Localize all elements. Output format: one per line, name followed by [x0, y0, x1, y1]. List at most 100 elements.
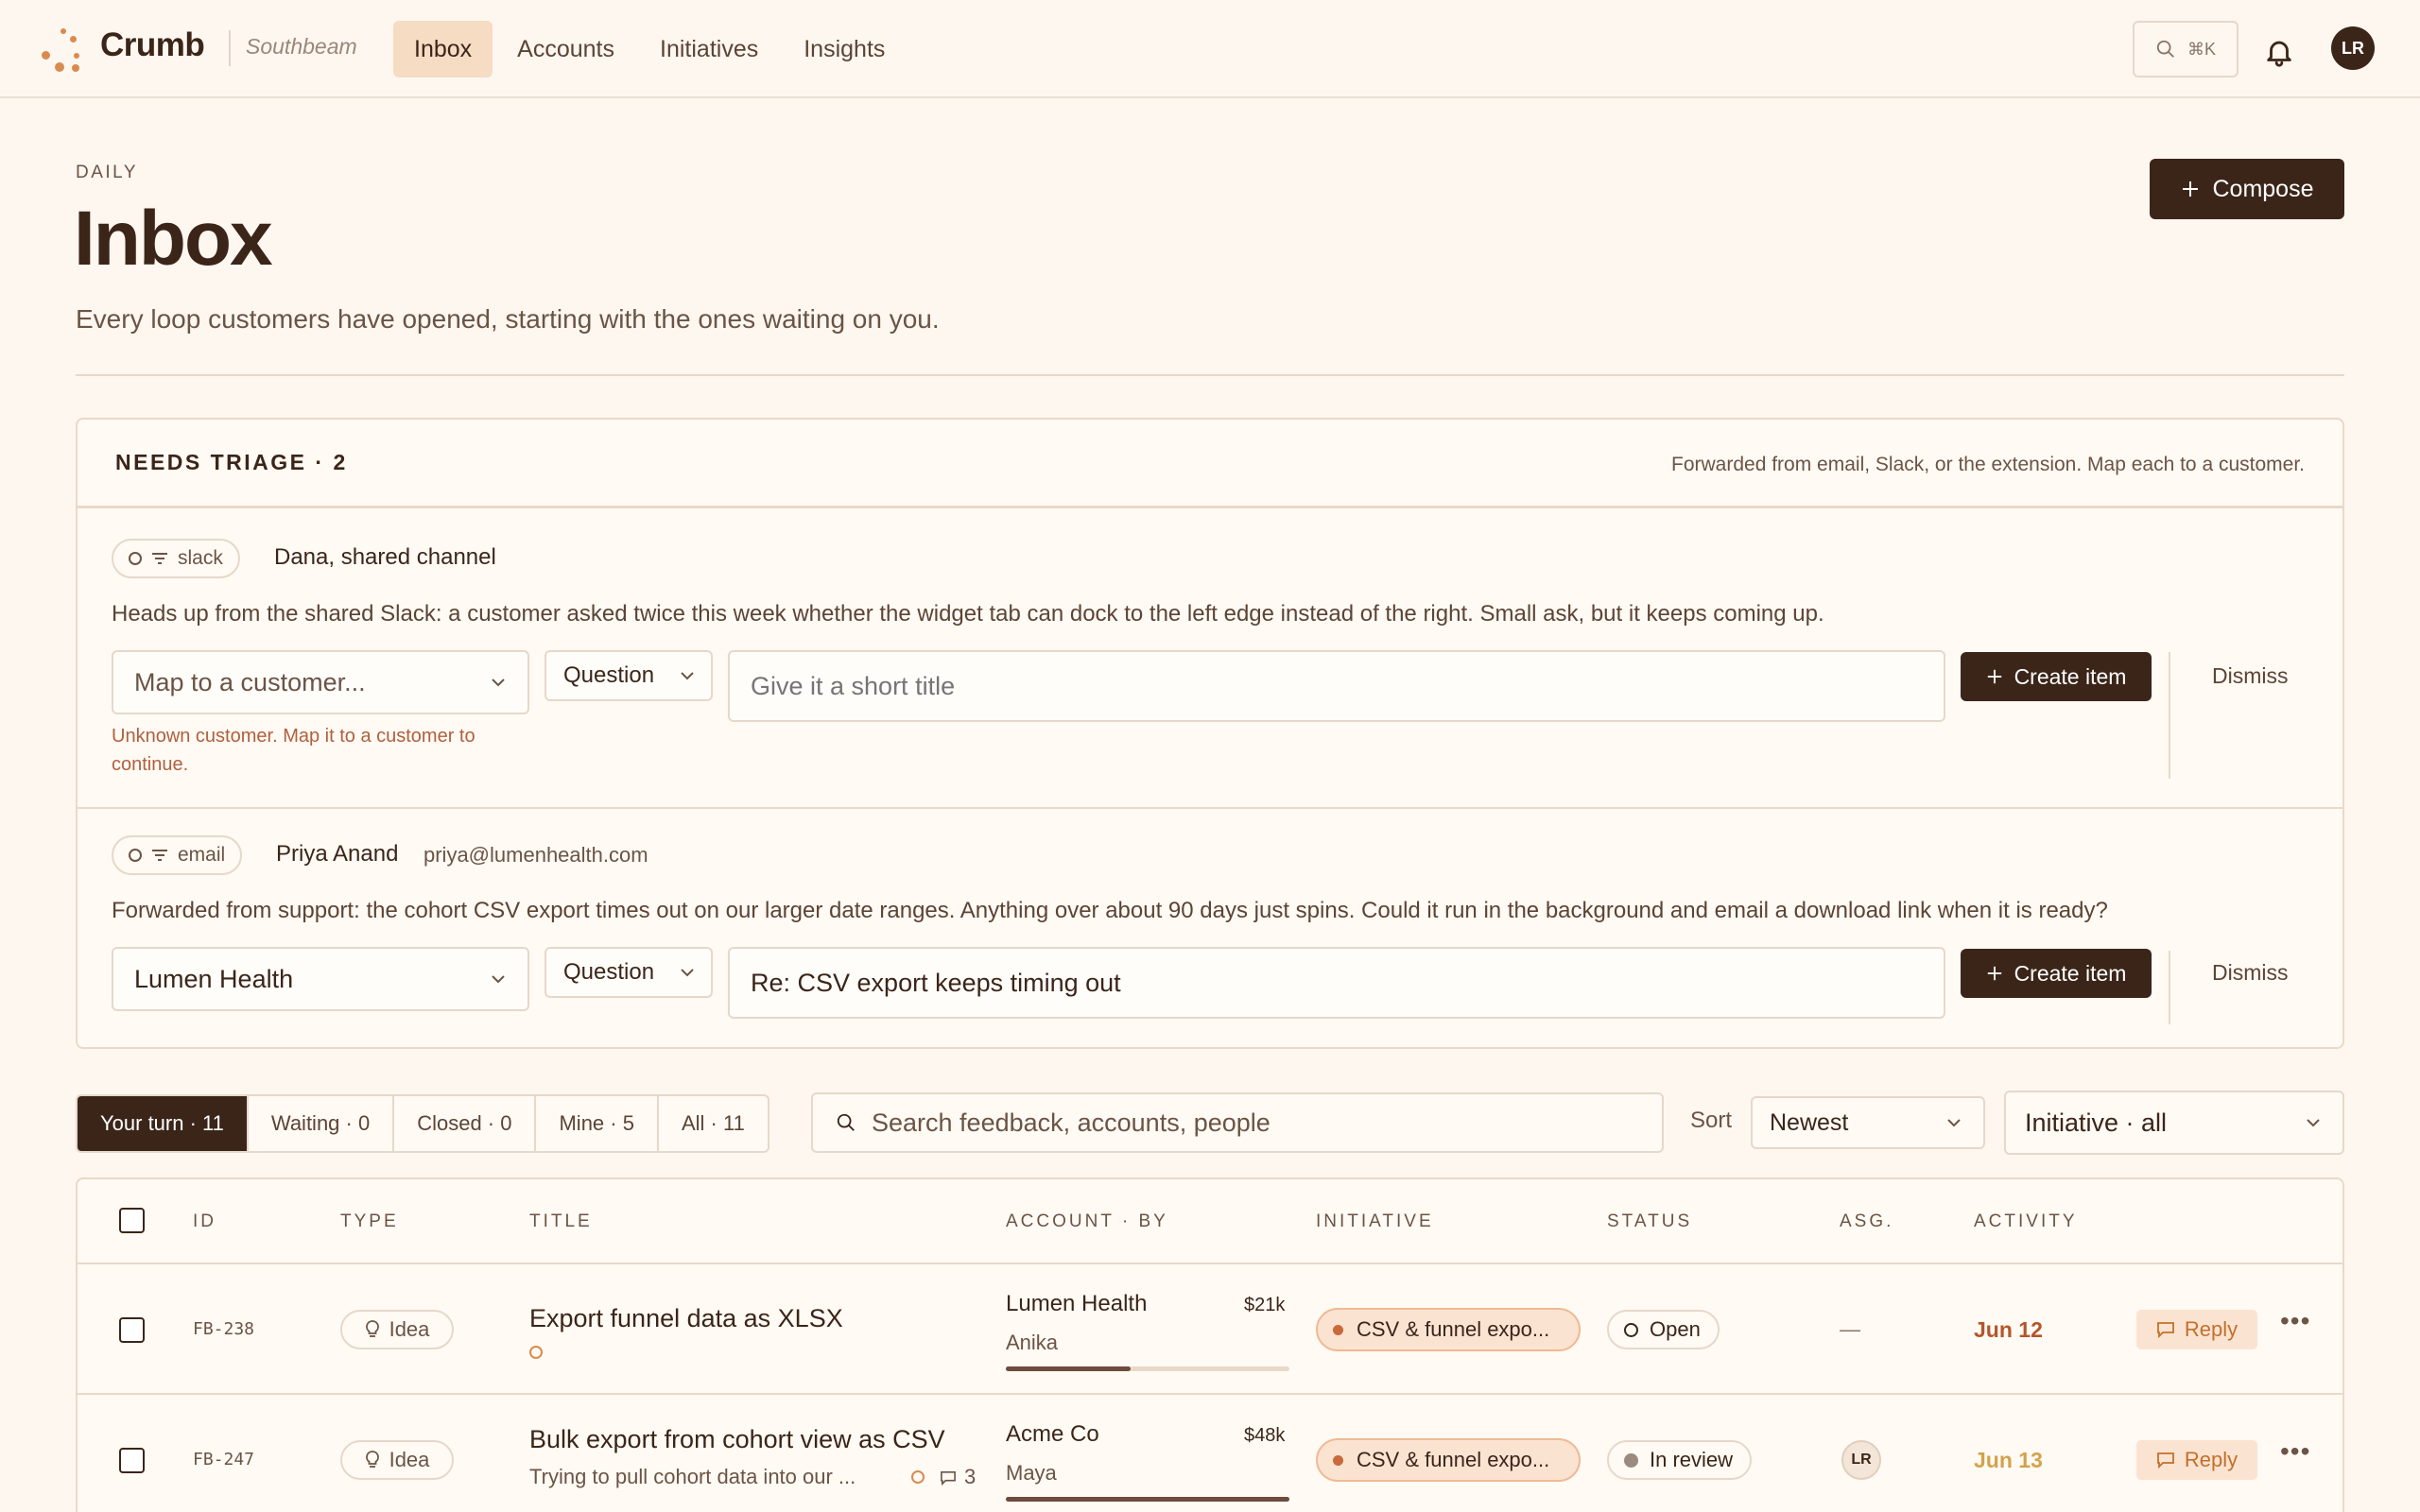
row-checkbox[interactable]	[119, 1317, 145, 1343]
column-header-account[interactable]: ACCOUNT · BY	[1006, 1211, 1168, 1232]
row-title[interactable]: Bulk export from cohort view as CSV	[529, 1425, 945, 1454]
source-chip: email	[112, 835, 243, 875]
sort-select[interactable]: Newest	[1751, 1096, 1985, 1149]
sender-name: Priya Anand	[276, 841, 399, 867]
initiative-filter-value: Initiative · all	[2025, 1108, 2168, 1137]
user-avatar[interactable]: LR	[2331, 26, 2375, 70]
bell-icon[interactable]	[2263, 36, 2295, 68]
brand-name[interactable]: Crumb	[100, 26, 205, 64]
dismiss-button[interactable]: Dismiss	[2212, 663, 2289, 689]
assignee-avatar[interactable]: LR	[1841, 1440, 1881, 1480]
column-header-activity[interactable]: ACTIVITY	[1974, 1211, 2078, 1232]
circle-icon	[129, 849, 142, 862]
tab-waiting[interactable]: Waiting · 0	[249, 1096, 395, 1151]
account-value-bar-fill	[1006, 1366, 1131, 1371]
triage-note: Forwarded from email, Slack, or the exte…	[1671, 454, 2305, 475]
status-chip[interactable]: Open	[1607, 1310, 1720, 1349]
workspace-name[interactable]: Southbeam	[246, 34, 357, 60]
reply-button[interactable]: Reply	[2136, 1440, 2257, 1480]
more-options-icon[interactable]: •••	[2280, 1306, 2310, 1336]
create-item-button[interactable]: Create item	[1961, 949, 2152, 998]
customer-select[interactable]: Map to a customer...	[112, 650, 529, 714]
nav-inbox[interactable]: Inbox	[393, 21, 493, 77]
title-input[interactable]	[728, 947, 1945, 1019]
triage-item: email Priya Anand priya@lumenhealth.com …	[78, 809, 2342, 1049]
tab-closed[interactable]: Closed · 0	[394, 1096, 537, 1151]
status-chip[interactable]: In review	[1607, 1440, 1753, 1480]
create-item-button[interactable]: Create item	[1961, 652, 2152, 701]
sort-label: Sort	[1690, 1108, 1733, 1133]
account-value: $48k	[1244, 1425, 1286, 1446]
header-divider	[76, 374, 2344, 376]
compose-button[interactable]: Compose	[2150, 159, 2344, 219]
column-header-status[interactable]: STATUS	[1607, 1211, 1692, 1232]
type-select-value: Question	[563, 959, 655, 985]
triage-message: Forwarded from support: the cohort CSV e…	[112, 898, 2108, 923]
column-header-id[interactable]: ID	[193, 1211, 216, 1232]
more-options-icon[interactable]: •••	[2280, 1436, 2310, 1467]
status-label: In review	[1650, 1448, 1734, 1471]
source-label: email	[178, 844, 226, 866]
dismiss-button[interactable]: Dismiss	[2212, 960, 2289, 986]
type-select[interactable]: Question	[544, 650, 713, 701]
type-label: Idea	[389, 1448, 430, 1471]
chevron-down-icon	[492, 975, 505, 984]
page-title: Inbox	[74, 196, 273, 282]
title-input[interactable]	[728, 650, 1945, 722]
initiative-chip[interactable]: CSV & funnel expo...	[1316, 1308, 1581, 1351]
customer-select-value: Map to a customer...	[134, 667, 366, 696]
status-review-icon	[1624, 1452, 1638, 1468]
account-name[interactable]: Lumen Health	[1006, 1291, 1147, 1317]
global-search-button[interactable]: ⌘K	[2133, 21, 2238, 77]
main-nav: Inbox Accounts Initiatives Insights	[393, 21, 909, 77]
account-value-bar-fill	[1006, 1497, 1289, 1502]
feedback-search-input[interactable]: Search feedback, accounts, people	[811, 1092, 1664, 1153]
nav-initiatives[interactable]: Initiatives	[639, 21, 779, 77]
reply-button[interactable]: Reply	[2136, 1310, 2257, 1349]
column-header-initiative[interactable]: INITIATIVE	[1316, 1211, 1434, 1232]
search-icon	[2156, 40, 2174, 58]
initiative-filter-select[interactable]: Initiative · all	[2004, 1091, 2344, 1155]
tab-mine[interactable]: Mine · 5	[536, 1096, 659, 1151]
plus-icon	[1987, 669, 2001, 684]
page-subtitle: Every loop customers have opened, starti…	[76, 304, 940, 334]
comment-icon	[941, 1470, 956, 1486]
table-row[interactable]: FB-247 Idea Bulk export from cohort view…	[78, 1397, 2342, 1512]
submitted-by: Maya	[1006, 1461, 1057, 1485]
nav-accounts[interactable]: Accounts	[496, 21, 635, 77]
row-checkbox[interactable]	[119, 1448, 145, 1473]
tab-all[interactable]: All · 11	[659, 1096, 768, 1151]
assignee-empty[interactable]: —	[1840, 1317, 1860, 1342]
type-select-value: Question	[563, 662, 655, 688]
column-header-assignee[interactable]: ASG.	[1840, 1211, 1893, 1232]
type-chip: Idea	[340, 1310, 454, 1349]
customer-select[interactable]: Lumen Health	[112, 947, 529, 1011]
column-header-type[interactable]: TYPE	[340, 1211, 399, 1232]
type-select[interactable]: Question	[544, 947, 713, 998]
triage-title: NEEDS TRIAGE · 2	[115, 450, 348, 474]
activity-date: Jun 12	[1974, 1317, 2043, 1342]
crumb-logo-icon	[42, 28, 83, 72]
chevron-down-icon	[681, 969, 694, 977]
column-header-title[interactable]: TITLE	[529, 1211, 593, 1232]
sender-email[interactable]: priya@lumenhealth.com	[424, 843, 648, 868]
needs-triage-panel: NEEDS TRIAGE · 2 Forwarded from email, S…	[76, 418, 2344, 1049]
nav-insights[interactable]: Insights	[783, 21, 906, 77]
table-row[interactable]: FB-238 Idea Export funnel data as XLSX L…	[78, 1266, 2342, 1395]
top-navigation-bar: Crumb Southbeam Inbox Accounts Initiativ…	[0, 0, 2420, 98]
row-id: FB-238	[193, 1319, 255, 1339]
select-all-checkbox[interactable]	[119, 1208, 145, 1233]
source-chip: slack	[112, 539, 240, 578]
row-title[interactable]: Export funnel data as XLSX	[529, 1304, 843, 1333]
customer-select-value: Lumen Health	[134, 964, 294, 993]
initiative-chip[interactable]: CSV & funnel expo...	[1316, 1438, 1581, 1482]
page-eyebrow: DAILY	[76, 163, 139, 182]
account-name[interactable]: Acme Co	[1006, 1421, 1099, 1448]
status-label: Open	[1650, 1317, 1701, 1341]
comment-count: 3	[964, 1465, 977, 1488]
tab-your-turn[interactable]: Your turn · 11	[78, 1096, 249, 1151]
chat-bubble-icon	[2156, 1322, 2174, 1338]
triage-message: Heads up from the shared Slack: a custom…	[112, 601, 1824, 627]
submitted-by: Anika	[1006, 1331, 1059, 1354]
reply-label: Reply	[2184, 1448, 2238, 1471]
